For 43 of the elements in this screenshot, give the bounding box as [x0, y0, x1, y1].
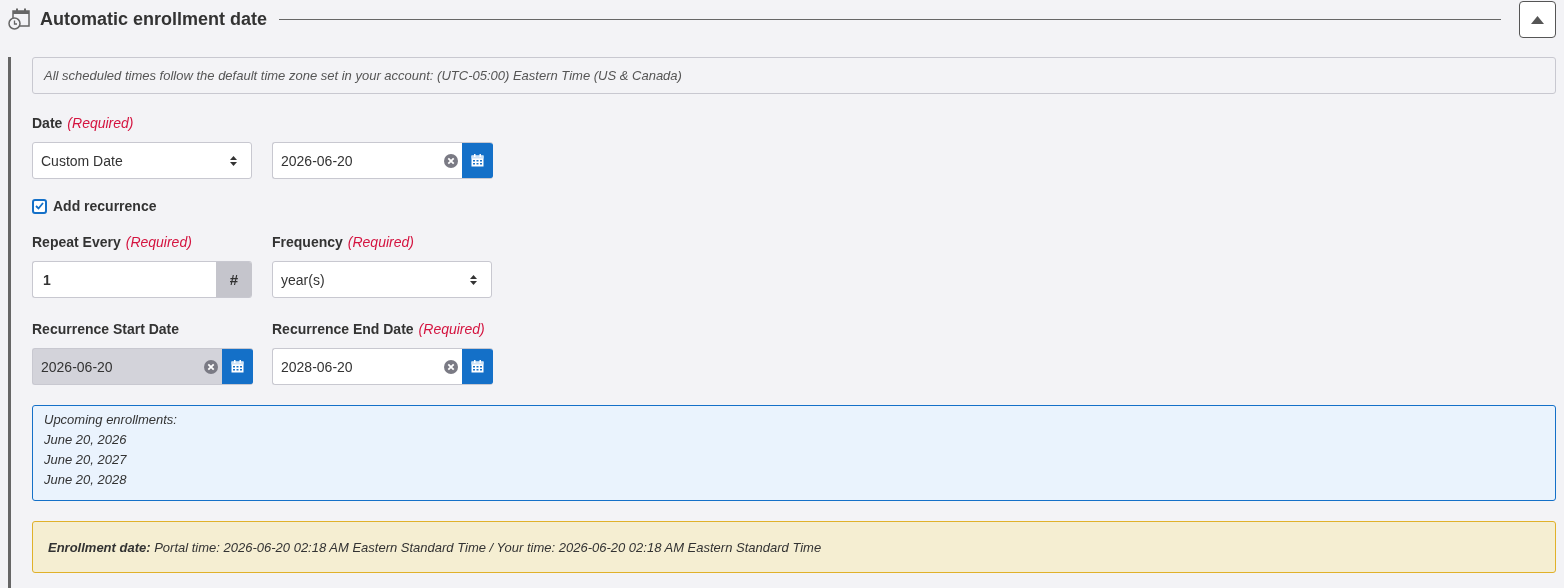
calendar-icon: [231, 360, 244, 373]
checkbox-label: Add recurrence: [53, 198, 157, 214]
calendar-clock-icon: [8, 8, 30, 30]
checkmark-icon: [35, 202, 44, 210]
calendar-icon: [471, 360, 484, 373]
enrollment-date: June 20, 2026: [44, 431, 127, 449]
field-value: 1: [42, 271, 52, 288]
field-value: 2028-06-20: [280, 358, 354, 375]
required-marker: (Required): [67, 115, 134, 131]
number-addon: #: [216, 262, 252, 297]
required-marker: (Required): [418, 321, 485, 337]
enrollment-date: June 20, 2027: [44, 451, 127, 469]
checkbox[interactable]: [32, 198, 47, 214]
sort-icon: [230, 155, 237, 166]
upcoming-heading: Upcoming enrollments:: [44, 411, 177, 429]
section-title: Automatic enrollment date: [40, 8, 268, 30]
field-label: Recurrence End Date: [272, 321, 414, 337]
calendar-button[interactable]: [462, 349, 493, 384]
clear-icon[interactable]: [444, 153, 458, 168]
field-value: Custom Date: [40, 152, 124, 169]
sort-icon: [470, 274, 477, 285]
field-value: year(s): [280, 271, 326, 288]
required-marker: (Required): [125, 234, 192, 250]
field-label: Frequency: [272, 234, 343, 250]
dropdown[interactable]: year(s): [272, 261, 492, 298]
field-value: 2026-06-20: [280, 152, 354, 169]
clear-icon[interactable]: [444, 359, 458, 374]
date-field[interactable]: 2028-06-20: [272, 348, 493, 385]
field-label: Recurrence Start Date: [32, 321, 180, 337]
enrollment-date-note: Enrollment date: Portal time: 2026-06-20 02:18 AM Eastern Standard Time / Your time: 2026-06-20 02:18 AM Eastern Standard Time: [32, 521, 1556, 573]
time-zone-note: All scheduled times follow the default time zone set in your account: (UTC-05:00) Eastern Time (US & Canada): [32, 57, 1556, 94]
dropdown[interactable]: Custom Date: [32, 142, 252, 179]
calendar-icon: [471, 154, 484, 167]
field-value: 2026-06-20: [40, 358, 114, 375]
field-label: Repeat Every: [32, 234, 121, 250]
required-marker: (Required): [347, 234, 414, 250]
date-field[interactable]: 2026-06-20: [272, 142, 493, 179]
field-label: Date: [32, 115, 63, 131]
collapse-button[interactable]: [1519, 1, 1556, 38]
triangle-icon: [1531, 15, 1544, 24]
enrollment-date: June 20, 2028: [44, 471, 127, 489]
number-field[interactable]: 1 #: [32, 261, 252, 298]
calendar-button[interactable]: [462, 143, 493, 178]
